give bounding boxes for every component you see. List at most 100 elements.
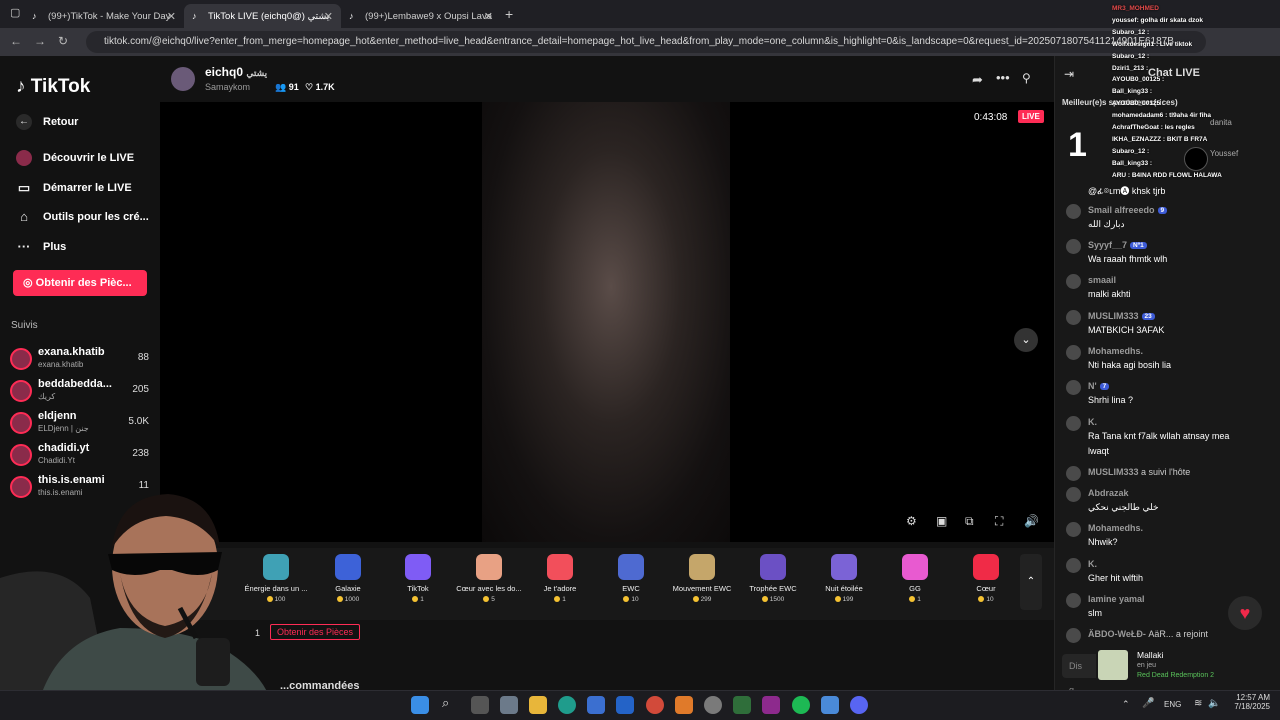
language-indicator[interactable]: ENG xyxy=(1164,700,1181,709)
new-tab-icon[interactable]: + xyxy=(505,6,513,22)
chat-message[interactable]: smaail malki akhti xyxy=(1066,274,1276,304)
expand-gifts-button[interactable]: ⌃ xyxy=(1020,554,1042,610)
chat-message[interactable]: Syyyf__7 Nº1 Wa raaah fhmtk wlh xyxy=(1066,239,1276,269)
windows-start-icon[interactable] xyxy=(411,696,429,714)
fullscreen-icon[interactable]: ⛶ xyxy=(995,514,1003,529)
address-bar[interactable]: tiktok.com/@eichq0/live?enter_from_merge… xyxy=(86,31,1206,53)
chat-input[interactable]: Dis q... xyxy=(1062,654,1096,695)
username-text: Abdrazak xyxy=(1088,488,1129,498)
back-arrow-icon[interactable]: ← xyxy=(10,34,22,48)
close-tab-icon[interactable]: ✕ xyxy=(167,10,176,23)
collapse-panel-icon[interactable]: ⇥ xyxy=(1064,67,1074,81)
browser-tab-active[interactable]: ♪ TikTok LIVE (eichq0@) يشتي ✕ xyxy=(184,4,341,28)
scroll-down-button[interactable]: ⌄ xyxy=(1014,328,1038,352)
tab-label: (99+)TikTok - Make Your Day xyxy=(48,10,171,22)
reload-icon[interactable]: ↻ xyxy=(58,34,68,48)
avatar xyxy=(1066,522,1081,537)
chat-message[interactable]: Mohamedhs. Nti haka agi bosih lia xyxy=(1066,345,1276,375)
username-text: K. xyxy=(1088,417,1097,427)
image-icon[interactable]: ▣ xyxy=(936,514,947,528)
chat-message[interactable]: K. Gher hit wlftih xyxy=(1066,558,1276,588)
gift-price-value: 10 xyxy=(631,596,639,603)
chrome-icon[interactable] xyxy=(646,696,664,714)
chat-message[interactable]: K. Ra Tana knt f7alk wllah atnsay mea xyxy=(1066,416,1276,446)
viewer-count: 5.0K xyxy=(128,416,149,427)
app-icon[interactable] xyxy=(762,696,780,714)
gift-item[interactable]: Trophée EWC 1500 xyxy=(740,552,806,603)
pip-icon[interactable]: ⧉ xyxy=(965,514,974,529)
back-arrow-icon: ← xyxy=(16,114,32,130)
wifi-icon[interactable]: ≋ xyxy=(1194,698,1202,709)
spotify-icon[interactable] xyxy=(792,696,810,714)
gift-item[interactable]: TikTok 1 xyxy=(385,552,451,603)
close-tab-icon[interactable]: ✕ xyxy=(484,10,493,23)
like-heart-button[interactable]: ♥ xyxy=(1228,596,1262,630)
share-icon[interactable]: ➦ xyxy=(972,72,983,88)
app-icon[interactable] xyxy=(675,696,693,714)
auto-quality-icon[interactable]: ⚙ xyxy=(906,514,917,528)
following-item[interactable]: chadidi.yt Chadidi.Yt 238 xyxy=(10,442,155,472)
more-options-icon[interactable]: ••• xyxy=(996,70,1010,85)
gift-item[interactable]: Mouvement EWC 299 xyxy=(669,552,735,603)
chat-message[interactable]: Mohamedhs. Nhwik? xyxy=(1066,522,1276,552)
avatar xyxy=(1066,345,1081,360)
tiktok-logo[interactable]: ♪ TikTok xyxy=(16,76,90,98)
get-coins-button[interactable]: ◎ Obtenir des Pièc... xyxy=(13,270,147,296)
volume-icon[interactable]: 🔊 xyxy=(1024,514,1039,528)
back-link[interactable]: ← Retour xyxy=(16,114,78,130)
following-item[interactable]: beddabedda... كريك 205 xyxy=(10,378,155,408)
close-tab-icon[interactable]: ✕ xyxy=(324,10,333,23)
gift-item[interactable]: Je t'adore 1 xyxy=(527,552,593,603)
settings-icon[interactable] xyxy=(500,696,518,714)
store-icon[interactable] xyxy=(587,696,605,714)
following-item[interactable]: eldjenn ELDjenn | جنن 5.0K xyxy=(10,410,155,440)
browser-tab[interactable]: ♪ (99+)Lembawe9 x Oupsi Lava ✕ xyxy=(341,4,501,28)
sidebar-item-more[interactable]: ··· Plus xyxy=(16,239,67,254)
file-explorer-icon[interactable] xyxy=(529,696,547,714)
sidebar-item-start-live[interactable]: ▭ Démarrer le LIVE xyxy=(16,180,132,196)
app-icon[interactable] xyxy=(704,696,722,714)
volume-tray-icon[interactable]: 🔈 xyxy=(1208,698,1220,709)
discord-icon[interactable] xyxy=(850,696,868,714)
outlook-icon[interactable] xyxy=(616,696,634,714)
following-item[interactable]: exana.khatib exana.khatib 88 xyxy=(10,346,155,376)
sidebar-item-discover-live[interactable]: Découvrir le LIVE xyxy=(16,150,134,166)
tab-menu-icon[interactable]: ▢ xyxy=(10,6,20,19)
live-timer: 0:43:08 xyxy=(974,112,1008,123)
sidebar-item-creator-tools[interactable]: ⌂ Outils pour les cré... xyxy=(16,209,149,224)
game-status: en jeu xyxy=(1137,662,1157,669)
gift-item[interactable]: Cœur avec les do... 5 xyxy=(456,552,522,603)
coin-icon xyxy=(336,596,343,603)
browser-tab[interactable]: ♪ (99+)TikTok - Make Your Day ✕ xyxy=(24,4,184,28)
gift-icon xyxy=(973,554,999,580)
gift-item[interactable]: Galaxie 1000 xyxy=(315,552,381,603)
search-icon[interactable]: ⌕ xyxy=(442,695,449,711)
chat-message[interactable]: MUSLIM333 23 MATBKICH 3AFAK xyxy=(1066,310,1276,340)
overlay-chat-line: IKHA_EZNAZZZ : BKIT B FR7A xyxy=(1112,135,1208,143)
task-view-icon[interactable] xyxy=(471,696,489,714)
chat-message[interactable]: Smail alfreeedo 9 دبارك الله xyxy=(1066,204,1276,234)
chat-message[interactable]: Abdrazak خلي طالجني نحكي xyxy=(1066,487,1276,517)
avatar xyxy=(1066,466,1081,481)
host-avatar[interactable] xyxy=(171,67,195,91)
clock[interactable]: 12:57 AM 7/18/2025 xyxy=(1228,693,1270,711)
tray-chevron-icon[interactable]: ⌃ xyxy=(1122,699,1130,710)
microphone-icon[interactable]: 🎤 xyxy=(1142,698,1154,709)
gift-item[interactable]: GG 1 xyxy=(882,552,948,603)
level-badge: 7 xyxy=(1099,383,1110,391)
forward-arrow-icon[interactable]: → xyxy=(34,34,46,48)
host-name[interactable]: eichq0 يشتي xyxy=(205,65,267,79)
gift-price-value: 199 xyxy=(842,596,854,603)
gift-item[interactable]: Cœur 10 xyxy=(953,552,1019,603)
chat-message[interactable]: N' 7 Shrhi lina ? xyxy=(1066,380,1276,410)
profile-icon[interactable]: ⚲ xyxy=(1022,71,1031,85)
app-icon[interactable] xyxy=(821,696,839,714)
game-avatar xyxy=(1098,650,1128,680)
clock-date: 7/18/2025 xyxy=(1234,702,1270,711)
app-icon[interactable] xyxy=(733,696,751,714)
gift-price-value: 1 xyxy=(420,596,424,603)
gift-item[interactable]: Nuit étoilée 199 xyxy=(811,552,877,603)
edge-icon[interactable] xyxy=(558,696,576,714)
gift-item[interactable]: EWC 10 xyxy=(598,552,664,603)
chat-username: K. xyxy=(1088,417,1097,427)
